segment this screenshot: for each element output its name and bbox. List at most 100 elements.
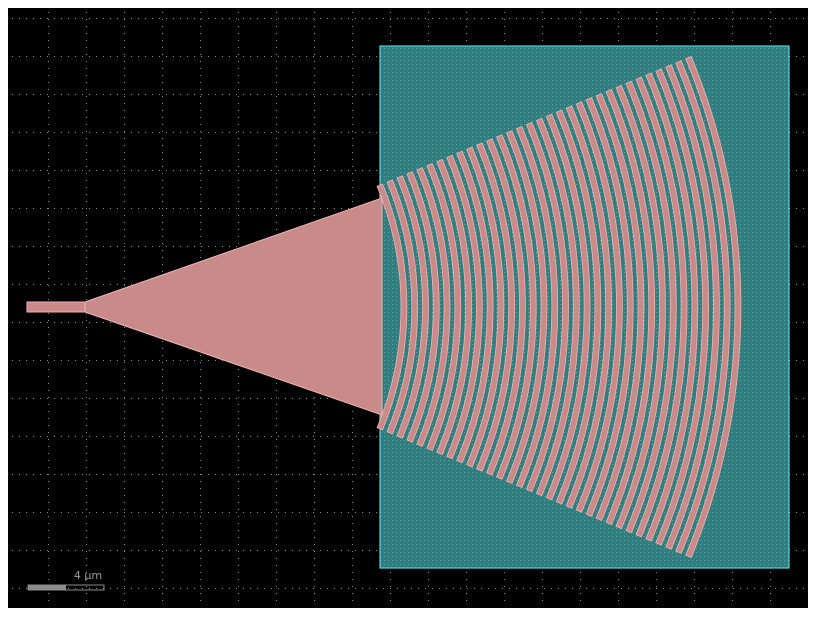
grid-dot [580, 572, 581, 573]
grid-dot [194, 208, 195, 209]
grid-dot [162, 124, 163, 125]
grid-dot [276, 229, 277, 230]
grid-dot [103, 550, 104, 551]
grid-dot [238, 572, 239, 573]
grid-dot [466, 586, 467, 587]
grid-dot [390, 588, 391, 589]
grid-dot [200, 586, 201, 587]
layout-viewport[interactable]: 4 μm [0, 0, 816, 616]
grid-dot [12, 550, 13, 551]
grid-dot [580, 586, 581, 587]
grid-dot [586, 588, 587, 589]
grid-dot [86, 54, 87, 55]
grid-dot [504, 26, 505, 27]
grid-dot [86, 404, 87, 405]
grid-dot [75, 474, 76, 475]
grid-dot [229, 474, 230, 475]
grid-dot [732, 586, 733, 587]
grid-dot [271, 588, 272, 589]
grid-dot [86, 537, 87, 538]
grid-dot [334, 474, 335, 475]
grid-dot [68, 436, 69, 437]
grid-dot [313, 550, 314, 551]
grid-dot [238, 551, 239, 552]
grid-dot [314, 138, 315, 139]
grid-dot [618, 579, 619, 580]
grid-dot [705, 588, 706, 589]
grid-dot [352, 47, 353, 48]
grid-dot [124, 208, 125, 209]
grid-dot [276, 75, 277, 76]
grid-dot [162, 474, 163, 475]
grid-dot [48, 502, 49, 503]
grid-dot [48, 446, 49, 447]
grid-dot [229, 550, 230, 551]
grid-dot [299, 132, 300, 133]
grid-dot [222, 170, 223, 171]
input-waveguide[interactable] [26, 301, 86, 313]
grid-dot [86, 166, 87, 167]
grid-dot [180, 550, 181, 551]
grid-dot [124, 18, 125, 19]
grid-dot [173, 550, 174, 551]
grid-dot [376, 56, 377, 57]
grid-dot [586, 18, 587, 19]
grid-dot [117, 94, 118, 95]
grid-dot [86, 243, 87, 244]
grid-dot [542, 593, 543, 594]
grid-dot [222, 436, 223, 437]
grid-dot [579, 18, 580, 19]
grid-dot [238, 68, 239, 69]
grid-dot [238, 236, 239, 237]
grid-dot [250, 474, 251, 475]
grid-dot [162, 488, 163, 489]
grid-dot [348, 94, 349, 95]
grid-dot [466, 19, 467, 20]
grid-dot [327, 550, 328, 551]
grid-dot [390, 18, 391, 19]
grid-dot [796, 474, 797, 475]
grid-dot [200, 208, 201, 209]
grid-dot [103, 94, 104, 95]
grid-dot [390, 586, 391, 587]
grid-dot [48, 278, 49, 279]
grid-dot [712, 18, 713, 19]
grid-dot [68, 588, 69, 589]
grid-dot [635, 588, 636, 589]
grid-dot [194, 398, 195, 399]
grid-dot [33, 208, 34, 209]
grid-dot [747, 588, 748, 589]
grid-dot [48, 12, 49, 13]
grid-dot [162, 208, 163, 209]
grid-dot [656, 19, 657, 20]
grid-dot [124, 61, 125, 62]
grid-dot [124, 544, 125, 545]
grid-dot [796, 18, 797, 19]
grid-dot [355, 170, 356, 171]
grid-dot [48, 383, 49, 384]
grid-dot [565, 588, 566, 589]
grid-dot [369, 550, 370, 551]
grid-dot [425, 588, 426, 589]
grid-dot [173, 246, 174, 247]
grid-dot [124, 82, 125, 83]
grid-dot [618, 586, 619, 587]
grid-dot [48, 131, 49, 132]
grid-dot [208, 588, 209, 589]
grid-dot [96, 170, 97, 171]
grid-dot [352, 537, 353, 538]
grid-dot [352, 82, 353, 83]
grid-dot [180, 94, 181, 95]
grid-dot [86, 383, 87, 384]
grid-dot [162, 75, 163, 76]
grid-dot [110, 132, 111, 133]
grid-dot [159, 398, 160, 399]
grid-dot [733, 18, 734, 19]
grid-dot [48, 390, 49, 391]
grid-dot [145, 246, 146, 247]
grid-dot [187, 170, 188, 171]
layout-canvas[interactable]: 4 μm [0, 0, 816, 616]
grid-dot [229, 512, 230, 513]
grid-dot [208, 398, 209, 399]
grid-dot [162, 453, 163, 454]
